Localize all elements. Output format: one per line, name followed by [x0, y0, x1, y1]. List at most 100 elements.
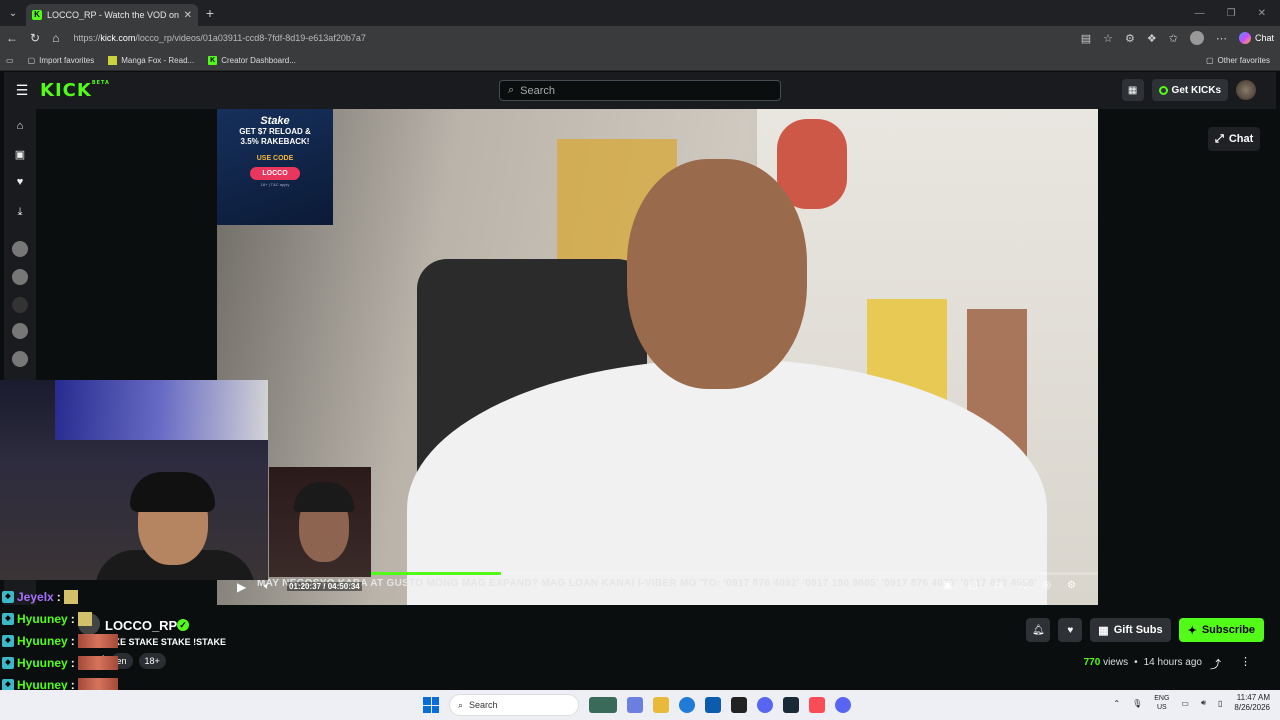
ticker-text: MAY NEGOSYO KABA AT GUSTO MONG MAG EXPAN… [257, 578, 1037, 589]
windows-start-icon[interactable] [423, 697, 439, 713]
progress-bar[interactable] [269, 572, 1098, 575]
favorites-icon[interactable]: ✩ [1169, 32, 1178, 45]
emote-icon [77, 612, 92, 626]
favorite-import[interactable]: ▢ Import favorites [28, 56, 95, 65]
clip-icon[interactable]: ◰ [968, 580, 977, 591]
back-icon[interactable]: ← [6, 31, 18, 45]
new-tab-icon[interactable]: + [198, 5, 222, 21]
followed-channel-avatar[interactable] [12, 323, 28, 339]
streamer-webcam [0, 380, 268, 580]
pip-icon[interactable]: ▣ [943, 580, 952, 591]
file-explorer-icon[interactable] [653, 697, 669, 713]
ad-code: LOCCO [250, 167, 300, 180]
music-icon[interactable] [809, 697, 825, 713]
close-window-icon[interactable]: ✕ [1258, 8, 1266, 19]
followed-channel-avatar[interactable] [12, 269, 28, 285]
ad-brand: Stake [260, 115, 290, 127]
download-icon[interactable]: ⤓ [13, 205, 27, 219]
favorites-bar: ▭ ▢ Import favorites Manga Fox - Read... … [0, 50, 1280, 71]
obs-icon[interactable] [731, 697, 747, 713]
clock[interactable]: 11:47 AM 8/26/2026 [1234, 693, 1270, 713]
reader-mode-icon[interactable]: ▤ [1081, 32, 1091, 45]
discord-icon[interactable] [757, 697, 773, 713]
badge-icon: ◆ [2, 657, 14, 669]
home-icon[interactable]: ⌂ [13, 119, 27, 133]
badge-icon: ◆ [2, 591, 14, 603]
verified-icon: ✓ [177, 619, 189, 631]
window-controls: — ❐ ✕ [1195, 8, 1280, 19]
play-icon[interactable]: ▶ [237, 580, 246, 594]
share-icon[interactable]: ⤴ [1210, 656, 1221, 672]
tab-actions-icon[interactable]: ⌄ [0, 0, 26, 26]
edge-icon[interactable] [679, 697, 695, 713]
user-avatar[interactable] [1236, 80, 1256, 100]
sponsor-ad[interactable]: Stake GET $7 RELOAD & 3.5% RAKEBACK! USE… [217, 109, 333, 225]
subscribe-button[interactable]: ✦ Subscribe [1178, 618, 1264, 642]
get-kicks-button[interactable]: Get KICKs [1151, 79, 1228, 101]
kick-logo[interactable]: KICKBETA [40, 80, 110, 101]
stream-chat-overlay: ◆ Jeyelx: ◆ Hyuuney: ◆ Hyuuney: ◆ Hyuuney: ◆… [0, 578, 130, 692]
hamburger-menu-icon[interactable]: ☰ [4, 82, 40, 99]
network-icon[interactable]: ▭ [1181, 699, 1189, 708]
time-separator: / [323, 582, 326, 591]
open-chat-button[interactable]: ⤢ Chat [1208, 127, 1261, 151]
views-label: views [1103, 657, 1129, 668]
fullscreen-icon[interactable]: ⛶ [1019, 580, 1026, 591]
kick-beta-badge: BETA [91, 80, 110, 86]
browser-tab[interactable]: K LOCCO_RP - Watch the VOD on Kick ✕ [26, 4, 198, 26]
copilot-app-icon[interactable] [627, 697, 643, 713]
copilot-icon [1238, 32, 1251, 44]
bell-icon: 🔔︎ [1031, 624, 1045, 636]
heart-icon: ♥ [1067, 624, 1074, 636]
discord-icon[interactable] [835, 697, 851, 713]
profile-avatar[interactable] [1189, 31, 1204, 45]
favorite-label: Import favorites [39, 55, 95, 65]
dashboard-button[interactable]: ▦ [1121, 79, 1144, 101]
favorite-star-icon[interactable]: ☆ [1103, 32, 1113, 45]
chat-username: Hyuuney [17, 656, 68, 670]
outlook-icon[interactable] [705, 697, 721, 713]
tabs-icon[interactable]: ▭ [6, 56, 14, 65]
url-input[interactable]: https://kick.com/locco_rp/videos/01a0391… [71, 28, 1069, 48]
more-options-icon[interactable]: ⋮ [1240, 655, 1251, 668]
video-meta: 770 views • 14 hours ago [1084, 657, 1202, 668]
quality-icon[interactable]: ◎ [1042, 580, 1051, 591]
chat-username: Jeyelx [17, 590, 54, 604]
settings-gear-icon[interactable]: ⚙ [1067, 580, 1076, 591]
theater-icon[interactable]: ▭ [994, 580, 1003, 591]
minimize-icon[interactable]: — [1195, 8, 1205, 19]
get-kicks-label: Get KICKs [1171, 84, 1221, 96]
extensions-icon[interactable]: ⚙ [1125, 32, 1135, 45]
battery-icon[interactable]: ▯ [1218, 699, 1222, 708]
copilot-chat-button[interactable]: Chat [1238, 32, 1274, 44]
volume-icon[interactable]: 🔈︎ [264, 581, 270, 592]
language-indicator[interactable]: ENG US [1154, 694, 1169, 712]
other-favorites[interactable]: ▢ Other favorites [1206, 56, 1280, 65]
followed-channel-avatar[interactable] [12, 241, 28, 257]
speaker-icon[interactable]: 🔊︎ [1201, 698, 1206, 708]
gift-subs-button[interactable]: ▦ Gift Subs [1090, 618, 1171, 642]
home-icon[interactable]: ⌂ [52, 31, 59, 45]
search-input[interactable]: ⌕ Search [499, 80, 781, 101]
notifications-button[interactable]: 🔔︎ [1026, 618, 1051, 642]
taskbar-search[interactable]: ⌕ Search [449, 694, 579, 716]
collections-icon[interactable]: ❖ [1147, 32, 1157, 45]
chat-message: ◆ Hyuuney: [2, 612, 92, 626]
follow-button[interactable]: ♥ [1058, 618, 1083, 642]
followed-channel-avatar[interactable] [12, 351, 28, 367]
more-menu-icon[interactable]: ⋯ [1216, 32, 1227, 45]
following-icon[interactable]: ♥ [13, 175, 27, 189]
tag-mature[interactable]: 18+ [138, 653, 166, 669]
kick-favicon-icon: K [32, 10, 42, 20]
followed-channel-avatar[interactable] [12, 297, 28, 313]
steam-icon[interactable] [783, 697, 799, 713]
maximize-icon[interactable]: ❐ [1227, 8, 1236, 19]
browse-icon[interactable]: ▣ [13, 147, 27, 161]
refresh-icon[interactable]: ↻ [30, 31, 40, 45]
tray-chevron-icon[interactable]: ⌃ [1113, 699, 1120, 708]
favorite-manga-fox[interactable]: Manga Fox - Read... [108, 55, 194, 65]
mic-icon[interactable]: 🎙︎ [1132, 699, 1142, 708]
close-tab-icon[interactable]: ✕ [184, 10, 192, 21]
favorite-creator-dashboard[interactable]: K Creator Dashboard... [208, 55, 296, 65]
widget-icon[interactable] [589, 697, 617, 713]
